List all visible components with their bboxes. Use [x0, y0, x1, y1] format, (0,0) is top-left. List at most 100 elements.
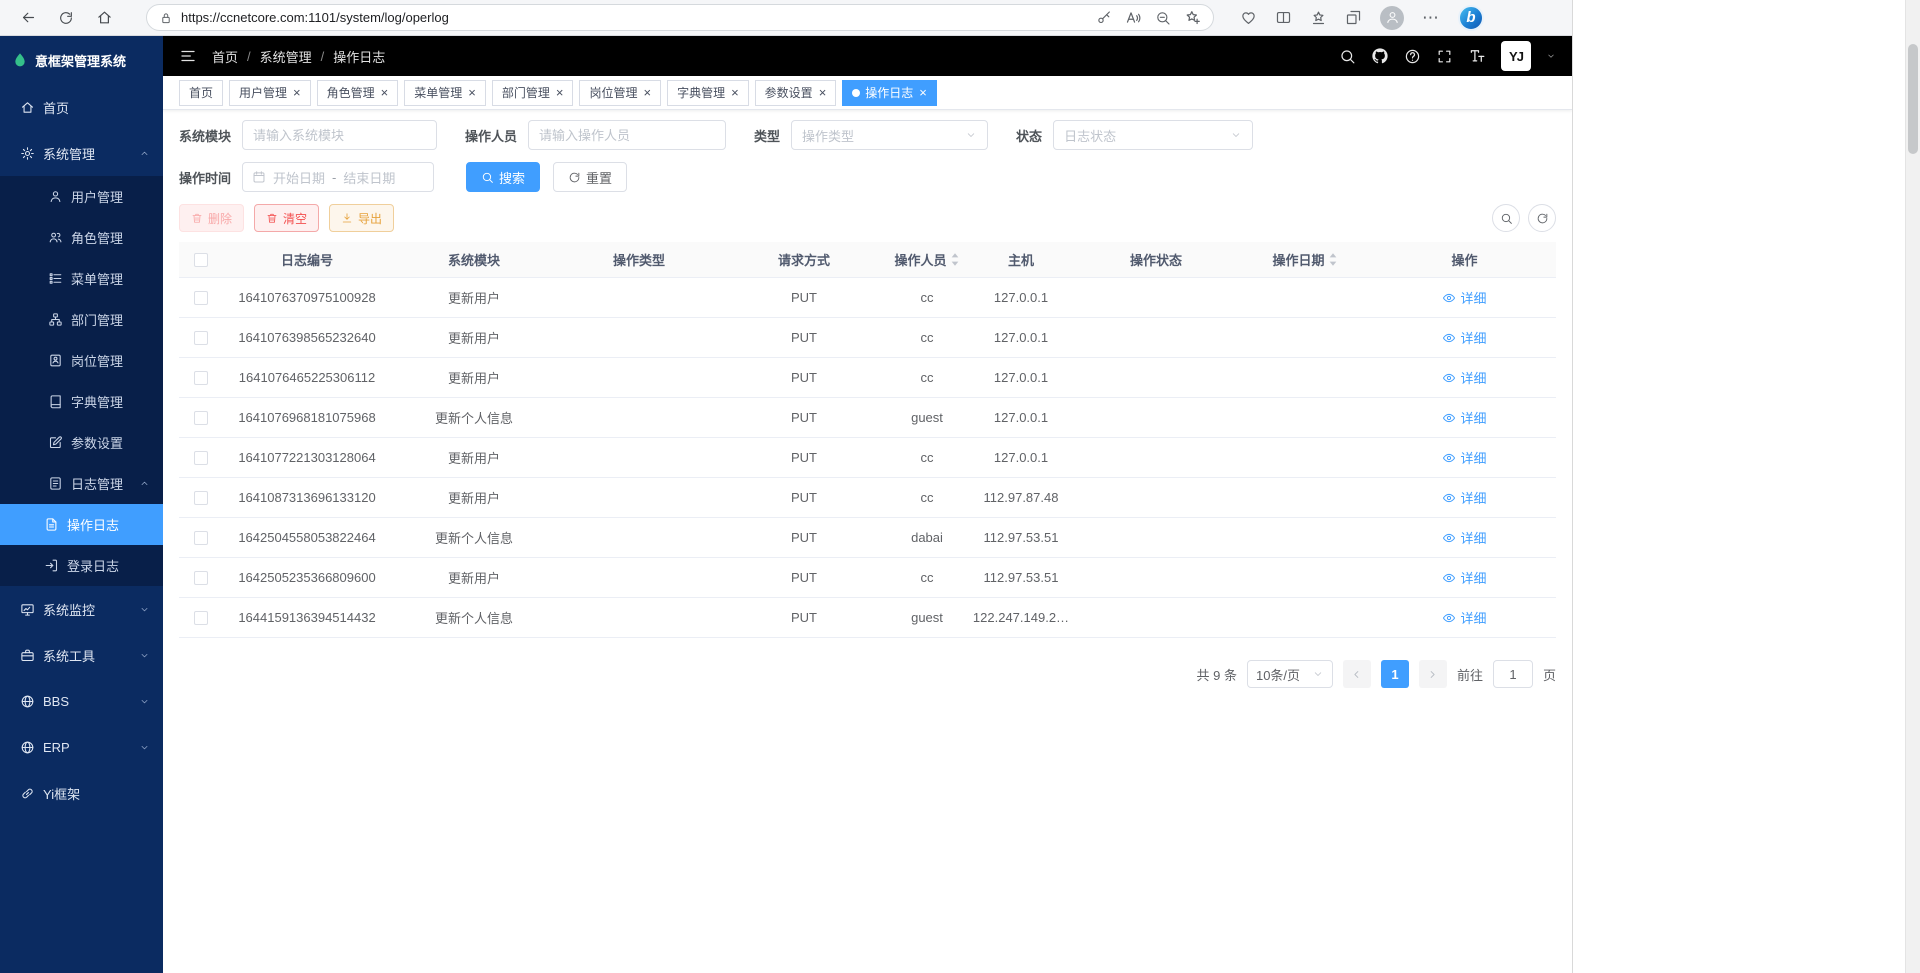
close-icon[interactable]: ×	[731, 86, 739, 99]
page-tab[interactable]: 字典管理 ×	[667, 80, 749, 106]
column-header[interactable]: 系统模块	[391, 250, 557, 269]
sidebar-item[interactable]: 日志管理	[0, 463, 163, 504]
type-select[interactable]: 操作类型	[791, 120, 988, 150]
close-icon[interactable]: ×	[381, 86, 389, 99]
sidebar-item[interactable]: 首页	[0, 84, 163, 130]
user-logo-badge[interactable]: YJ	[1501, 41, 1531, 71]
clear-button[interactable]: 清空	[254, 204, 319, 232]
scrollbar-thumb[interactable]	[1908, 44, 1918, 154]
close-icon[interactable]: ×	[556, 86, 564, 99]
row-checkbox[interactable]	[194, 491, 208, 505]
row-checkbox[interactable]	[194, 571, 208, 585]
sidebar-item[interactable]: ERP	[0, 724, 163, 770]
column-header[interactable]: 操作	[1373, 250, 1556, 269]
date-range-picker[interactable]: 开始日期 - 结束日期	[242, 162, 434, 192]
sidebar-item[interactable]: 系统工具	[0, 632, 163, 678]
bing-icon[interactable]: b	[1458, 5, 1484, 31]
current-page-button[interactable]: 1	[1381, 660, 1409, 688]
sidebar-item[interactable]: 菜单管理	[0, 258, 163, 299]
help-icon[interactable]	[1404, 48, 1421, 65]
column-header[interactable]: 主机	[967, 250, 1075, 269]
column-header[interactable]: 请求方式	[721, 250, 887, 269]
favorites-icon[interactable]	[1310, 9, 1327, 26]
sidebar-item[interactable]: 登录日志	[0, 545, 163, 586]
detail-link[interactable]: 详细	[1442, 448, 1486, 467]
detail-link[interactable]: 详细	[1442, 368, 1486, 387]
zoom-out-icon[interactable]	[1155, 10, 1171, 26]
column-header[interactable]: 操作人员	[887, 250, 967, 269]
close-icon[interactable]: ×	[643, 86, 651, 99]
page-tab[interactable]: 角色管理 ×	[317, 80, 399, 106]
column-header[interactable]: 操作日期	[1237, 250, 1373, 269]
select-all-checkbox[interactable]	[194, 253, 208, 267]
row-checkbox[interactable]	[194, 611, 208, 625]
sidebar-item[interactable]: 用户管理	[0, 176, 163, 217]
page-tab[interactable]: 菜单管理 ×	[404, 80, 486, 106]
close-icon[interactable]: ×	[919, 86, 927, 99]
column-header[interactable]: 操作类型	[557, 250, 721, 269]
reset-button[interactable]: 重置	[553, 162, 627, 192]
detail-link[interactable]: 详细	[1442, 608, 1486, 627]
row-checkbox[interactable]	[194, 531, 208, 545]
column-header[interactable]	[179, 253, 223, 267]
detail-link[interactable]: 详细	[1442, 528, 1486, 547]
url-text[interactable]: https://ccnetcore.com:1101/system/log/op…	[181, 10, 1088, 25]
row-checkbox[interactable]	[194, 411, 208, 425]
detail-link[interactable]: 详细	[1442, 288, 1486, 307]
sidebar-toggle-icon[interactable]	[179, 47, 197, 65]
detail-link[interactable]: 详细	[1442, 408, 1486, 427]
sidebar-item[interactable]: 参数设置	[0, 422, 163, 463]
detail-link[interactable]: 详细	[1442, 328, 1486, 347]
status-select[interactable]: 日志状态	[1053, 120, 1253, 150]
delete-button[interactable]: 删除	[179, 204, 244, 232]
sidebar-item[interactable]: Yi框架	[0, 770, 163, 816]
refresh-table-button[interactable]	[1528, 204, 1556, 232]
close-icon[interactable]: ×	[819, 86, 827, 99]
operator-input[interactable]	[528, 120, 726, 150]
page-tab[interactable]: 岗位管理 ×	[579, 80, 661, 106]
close-icon[interactable]: ×	[293, 86, 301, 99]
search-button[interactable]: 搜索	[466, 162, 540, 192]
page-tab[interactable]: 参数设置 ×	[755, 80, 837, 106]
page-size-select[interactable]: 10条/页	[1247, 660, 1333, 688]
sidebar-item[interactable]: BBS	[0, 678, 163, 724]
github-icon[interactable]	[1371, 47, 1389, 65]
breadcrumb-item[interactable]: 系统管理	[260, 47, 312, 66]
sidebar-item[interactable]: 系统管理	[0, 130, 163, 176]
browser-home-button[interactable]	[90, 4, 118, 32]
breadcrumb-item[interactable]: 首页	[212, 47, 238, 66]
address-bar[interactable]: https://ccnetcore.com:1101/system/log/op…	[146, 4, 1214, 31]
page-tab[interactable]: 用户管理 ×	[229, 80, 311, 106]
goto-page-input[interactable]	[1493, 660, 1533, 688]
split-screen-icon[interactable]	[1275, 9, 1292, 26]
prev-page-button[interactable]	[1343, 660, 1371, 688]
row-checkbox[interactable]	[194, 371, 208, 385]
sidebar-item[interactable]: 角色管理	[0, 217, 163, 258]
sidebar-item[interactable]: 部门管理	[0, 299, 163, 340]
page-tab[interactable]: 首页 ×	[179, 80, 223, 106]
font-size-icon[interactable]	[1468, 47, 1486, 65]
module-input[interactable]	[242, 120, 437, 150]
page-tab[interactable]: 操作日志 ×	[842, 80, 937, 106]
column-header[interactable]: 操作状态	[1075, 250, 1237, 269]
column-header[interactable]: 日志编号	[223, 250, 391, 269]
sort-icon[interactable]	[950, 251, 960, 268]
profile-avatar[interactable]	[1380, 6, 1404, 30]
detail-link[interactable]: 详细	[1442, 488, 1486, 507]
close-icon[interactable]: ×	[468, 86, 476, 99]
add-favorite-icon[interactable]	[1184, 9, 1201, 26]
more-menu-icon[interactable]: ⋯	[1422, 8, 1440, 28]
read-aloud-icon[interactable]	[1125, 9, 1142, 26]
next-page-button[interactable]	[1419, 660, 1447, 688]
browser-refresh-button[interactable]	[52, 4, 80, 32]
password-key-icon[interactable]	[1096, 10, 1112, 26]
sidebar-item[interactable]: 系统监控	[0, 586, 163, 632]
fullscreen-icon[interactable]	[1436, 48, 1453, 65]
row-checkbox[interactable]	[194, 331, 208, 345]
sort-icon[interactable]	[1328, 251, 1338, 268]
chevron-down-icon[interactable]	[1546, 51, 1556, 61]
show-search-button[interactable]	[1492, 204, 1520, 232]
sidebar-item[interactable]: 字典管理	[0, 381, 163, 422]
page-tab[interactable]: 部门管理 ×	[492, 80, 574, 106]
sidebar-item[interactable]: 岗位管理	[0, 340, 163, 381]
